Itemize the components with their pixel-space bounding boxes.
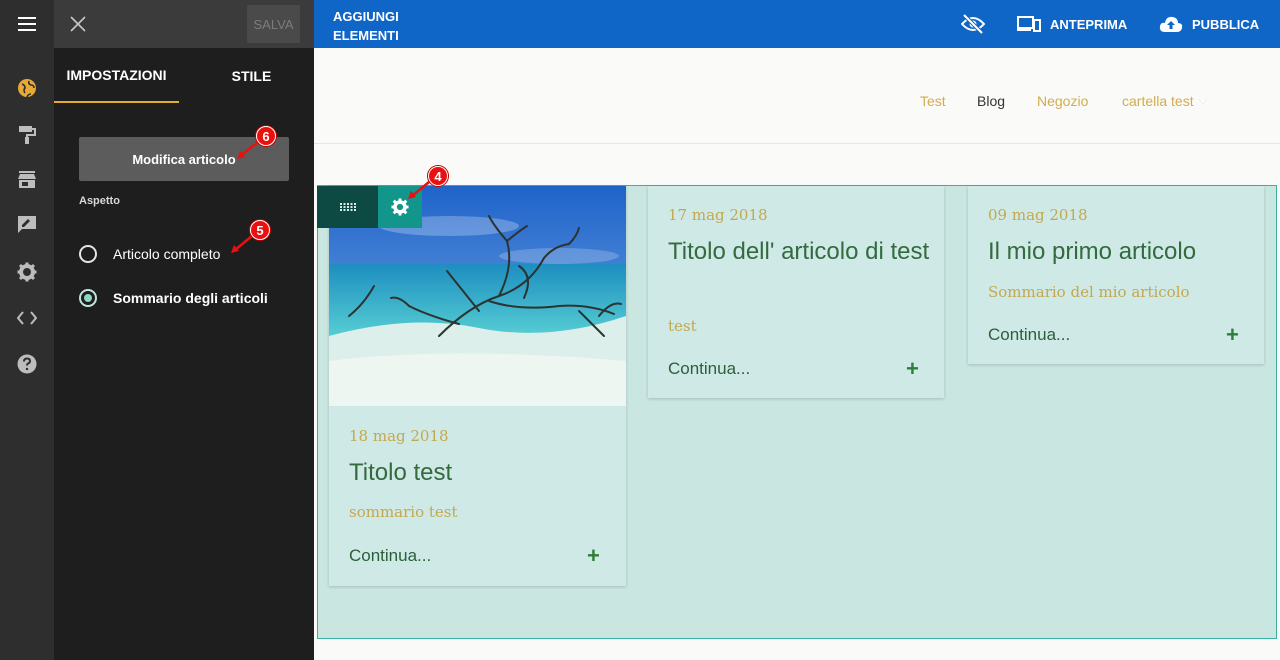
hamburger-icon xyxy=(18,17,36,31)
settings-panel: SALVA IMPOSTAZIONI STILE Modifica artico… xyxy=(54,0,314,660)
close-button[interactable] xyxy=(62,8,94,40)
rail-item-design[interactable] xyxy=(0,115,54,155)
publish-label: PUBBLICA xyxy=(1192,16,1260,32)
rail-item-store[interactable] xyxy=(0,160,54,200)
hamburger-menu-button[interactable] xyxy=(0,0,54,48)
code-icon xyxy=(17,311,37,325)
post-summary: sommario test xyxy=(349,503,458,521)
option-full-article[interactable]: Articolo completo xyxy=(79,245,220,263)
tab-settings[interactable]: IMPOSTAZIONI xyxy=(54,48,179,103)
arrow-5-icon xyxy=(231,235,253,253)
rail-item-help[interactable] xyxy=(0,344,54,384)
save-button[interactable]: SALVA xyxy=(247,5,300,43)
chevron-down-icon xyxy=(1198,98,1209,105)
read-more-link[interactable]: Continua... xyxy=(349,546,431,566)
expand-plus-icon[interactable]: + xyxy=(1226,324,1239,346)
arrow-4-icon xyxy=(408,181,430,199)
radio-full-article[interactable] xyxy=(79,245,97,263)
arrow-6-icon xyxy=(237,141,259,159)
drag-handle[interactable] xyxy=(317,186,378,228)
marker-6: 6 xyxy=(256,126,276,146)
rail-item-feedback[interactable] xyxy=(0,205,54,245)
publish-button[interactable]: PUBBLICA xyxy=(1159,0,1259,48)
preview-button[interactable]: ANTEPRIMA xyxy=(1017,0,1127,48)
site-header: Test Blog Negozio cartella test xyxy=(314,48,1280,144)
devices-icon xyxy=(1017,16,1041,32)
marker-5: 5 xyxy=(250,220,270,240)
help-icon xyxy=(17,354,37,374)
add-elements-button[interactable]: AGGIUNGI ELEMENTI xyxy=(333,7,423,45)
rail-item-settings[interactable] xyxy=(0,252,54,292)
read-more-link[interactable]: Continua... xyxy=(668,359,750,379)
post-title[interactable]: Titolo test xyxy=(349,456,609,490)
globe-icon xyxy=(18,79,36,98)
drag-grip-icon xyxy=(339,203,356,211)
expand-plus-icon[interactable]: + xyxy=(587,545,600,567)
eye-off-icon xyxy=(961,14,985,34)
post-summary: test xyxy=(668,317,697,335)
post-date: 18 mag 2018 xyxy=(349,427,449,445)
post-date: 17 mag 2018 xyxy=(668,206,768,224)
feedback-icon xyxy=(18,216,36,233)
post-summary: Sommario del mio articolo xyxy=(988,283,1190,301)
nav-link-shop[interactable]: Negozio xyxy=(1037,93,1088,109)
expand-plus-icon[interactable]: + xyxy=(906,358,919,380)
appearance-label: Aspetto xyxy=(79,195,120,207)
nav-link-folder[interactable]: cartella test xyxy=(1122,93,1209,109)
marker-4: 4 xyxy=(428,166,448,186)
gear-icon xyxy=(17,262,37,282)
editor-topbar: AGGIUNGI ELEMENTI ANTEPRIMA PUBBLICA xyxy=(314,0,1280,48)
paint-roller-icon xyxy=(19,126,36,144)
option-article-summary-label: Sommario degli articoli xyxy=(113,290,268,306)
post-date: 09 mag 2018 xyxy=(988,206,1088,224)
nav-link-test[interactable]: Test xyxy=(920,93,946,109)
cloud-upload-icon xyxy=(1159,16,1183,32)
hide-button[interactable] xyxy=(961,0,994,48)
tab-style[interactable]: STILE xyxy=(189,48,314,103)
nav-link-folder-label: cartella test xyxy=(1122,93,1194,109)
close-icon xyxy=(70,16,86,32)
radio-article-summary[interactable] xyxy=(79,289,97,307)
preview-label: ANTEPRIMA xyxy=(1050,16,1128,32)
post-title[interactable]: Il mio primo articolo xyxy=(988,235,1253,269)
icon-rail xyxy=(0,0,54,660)
store-icon xyxy=(18,171,36,188)
post-title[interactable]: Titolo dell' articolo di test xyxy=(668,235,933,269)
option-article-summary[interactable]: Sommario degli articoli xyxy=(79,289,268,307)
rail-item-code[interactable] xyxy=(0,298,54,338)
panel-toolbar: SALVA xyxy=(54,0,314,48)
option-full-article-label: Articolo completo xyxy=(113,246,221,262)
nav-link-blog[interactable]: Blog xyxy=(977,93,1005,109)
rail-item-site[interactable] xyxy=(0,68,54,108)
read-more-link[interactable]: Continua... xyxy=(988,325,1070,345)
